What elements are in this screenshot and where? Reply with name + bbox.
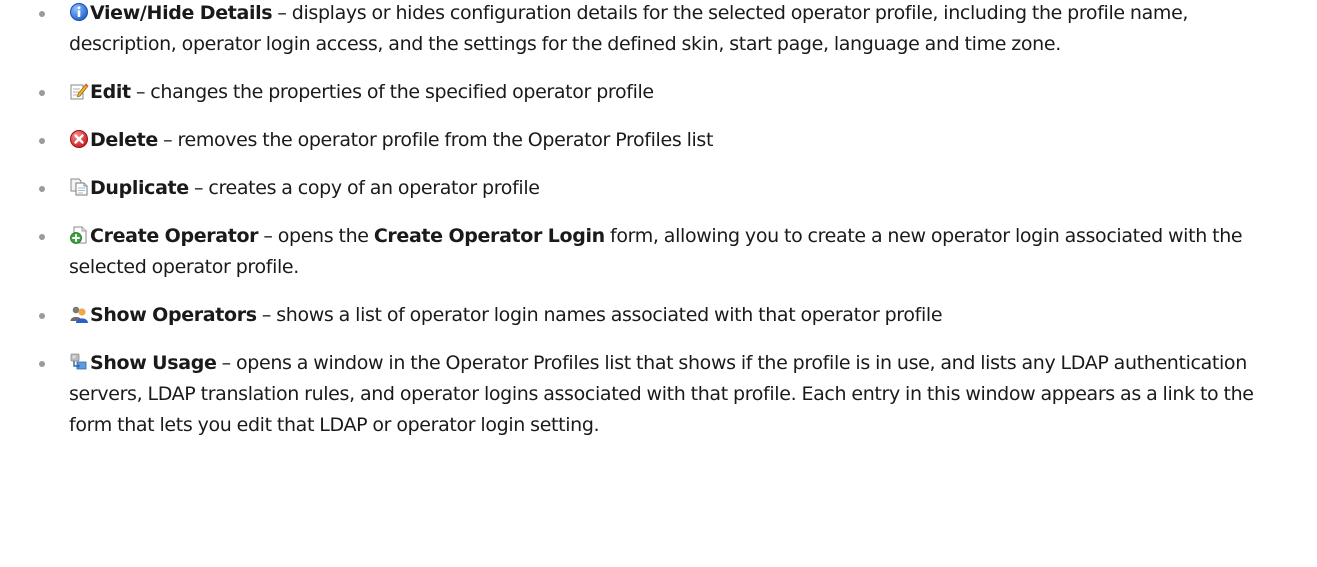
list-item-show-operators: Show Operators – shows a list of operato…: [0, 300, 1317, 331]
info-icon: [69, 2, 89, 22]
operator-profile-actions-list: View/Hide Details – displays or hides co…: [0, 0, 1317, 441]
show-usage-icon: [69, 352, 89, 372]
list-item-create-operator: Create Operator – opens the Create Opera…: [0, 221, 1317, 283]
list-item-show-usage: Show Usage – opens a window in the Opera…: [0, 348, 1317, 441]
item-term: Show Usage: [90, 352, 217, 374]
item-term: Show Operators: [90, 304, 257, 326]
item-description: – changes the properties of the specifie…: [130, 81, 654, 103]
item-term: Create Operator: [90, 225, 259, 247]
item-description: – shows a list of operator login names a…: [256, 304, 943, 326]
item-term: Delete: [90, 129, 158, 151]
duplicate-icon: [69, 177, 89, 197]
show-operators-icon: [69, 304, 89, 324]
edit-icon: [69, 81, 89, 101]
list-item-duplicate: Duplicate – creates a copy of an operato…: [0, 173, 1317, 204]
create-operator-login-keyword: Create Operator Login: [373, 225, 605, 247]
list-item-view-hide-details: View/Hide Details – displays or hides co…: [0, 0, 1317, 60]
item-description-before: – opens the: [258, 225, 374, 247]
item-description: – opens a window in the Operator Profile…: [69, 352, 1254, 436]
item-description: – creates a copy of an operator profile: [188, 177, 540, 199]
list-item-delete: Delete – removes the operator profile fr…: [0, 125, 1317, 156]
create-operator-icon: [69, 225, 89, 245]
list-item-edit: Edit – changes the properties of the spe…: [0, 77, 1317, 108]
item-term: View/Hide Details: [90, 2, 273, 24]
item-term: Duplicate: [90, 177, 189, 199]
delete-icon: [69, 129, 89, 149]
document-page: View/Hide Details – displays or hides co…: [0, 0, 1317, 565]
item-term: Edit: [90, 81, 131, 103]
item-description: – removes the operator profile from the …: [157, 129, 714, 151]
